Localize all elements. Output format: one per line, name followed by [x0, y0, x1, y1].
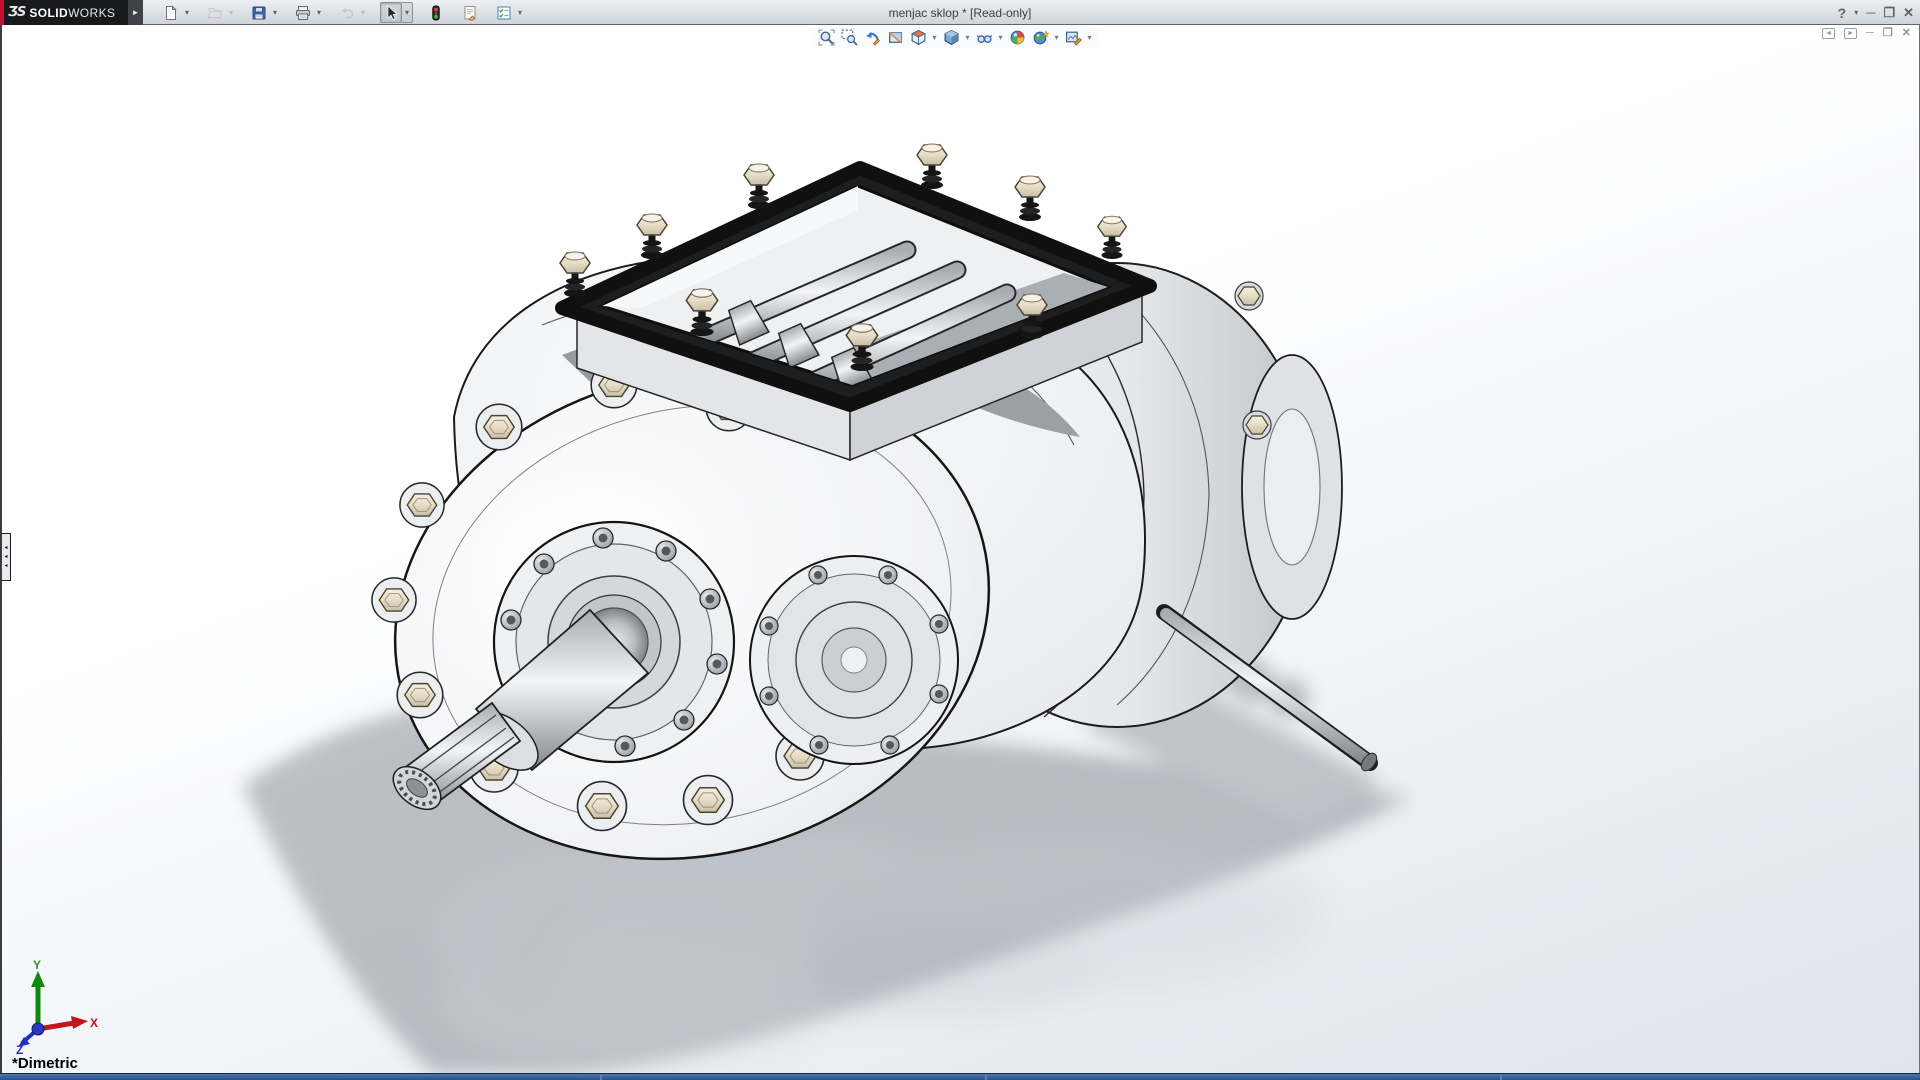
view-settings-dropdown[interactable]: ▾ — [1085, 33, 1094, 42]
open-dropdown[interactable]: ▾ — [226, 8, 236, 17]
apply-scene-dropdown[interactable]: ▾ — [1052, 33, 1061, 42]
headsup-view-toolbar: ▾ ▾ ▾ — [812, 26, 1097, 48]
view-orientation-icon — [910, 29, 927, 46]
view-settings-icon — [1065, 29, 1082, 46]
close-button[interactable]: ✕ — [1903, 6, 1914, 19]
doc-restore-button[interactable]: ❐ — [1883, 28, 1893, 39]
collapse-arrow-icon: ◂ — [4, 554, 7, 560]
rebuild-traffic-light-icon — [428, 5, 444, 21]
print-button[interactable] — [292, 2, 314, 23]
zoom-to-area-icon — [841, 29, 858, 46]
file-properties-button[interactable] — [459, 2, 481, 23]
view-settings-button[interactable] — [1062, 27, 1084, 47]
zoom-to-fit-icon — [818, 29, 835, 46]
options-button[interactable] — [493, 2, 515, 23]
pane-next-button[interactable]: ► — [1844, 28, 1857, 39]
display-style-dropdown[interactable]: ▾ — [963, 33, 972, 42]
pane-previous-button[interactable]: ◄ — [1822, 28, 1835, 39]
open-button[interactable] — [204, 2, 226, 23]
save-floppy-icon — [251, 5, 267, 21]
hide-show-items-eyeglasses-icon — [976, 29, 993, 46]
reference-triad: Z Y X — [8, 959, 100, 1055]
select-cursor-icon — [383, 5, 399, 21]
status-bar — [0, 1073, 1920, 1080]
print-dropdown[interactable]: ▾ — [314, 8, 324, 17]
triad-z-label: Z — [16, 1043, 23, 1055]
statusbar-divider — [1500, 1075, 1502, 1080]
zoom-to-area-button[interactable] — [838, 27, 860, 47]
collapse-arrow-icon: ◂ — [4, 563, 7, 569]
options-dropdown[interactable]: ▾ — [515, 8, 525, 17]
file-properties-icon — [462, 5, 478, 21]
options-icon — [496, 5, 512, 21]
standard-toolbar: ▾ ▾ ▾ — [160, 0, 535, 25]
help-dropdown[interactable]: ▾ — [1854, 8, 1858, 17]
hide-show-items-button[interactable] — [973, 27, 995, 47]
previous-view-icon — [864, 29, 881, 46]
view-orientation-button[interactable] — [907, 27, 929, 47]
zoom-to-fit-button[interactable] — [815, 27, 837, 47]
dassault-mark: ƷS — [8, 5, 25, 20]
solidworks-logo: ƷS SOLIDWORKS — [0, 0, 128, 25]
new-document-button[interactable] — [160, 2, 182, 23]
display-style-button[interactable] — [940, 27, 962, 47]
brand-red-strip — [0, 0, 4, 25]
undo-icon — [339, 5, 355, 21]
feature-tree-collapsed-tab[interactable]: ◂ ◂ ◂ — [2, 533, 11, 581]
help-button[interactable]: ? — [1838, 6, 1847, 20]
collapse-arrow-icon: ◂ — [4, 545, 7, 551]
undo-dropdown[interactable]: ▾ — [358, 8, 368, 17]
apply-scene-icon — [1032, 29, 1049, 46]
graphics-area[interactable]: ▾ ▾ ▾ — [0, 25, 1920, 1073]
new-document-icon — [163, 5, 179, 21]
triad-y-label: Y — [33, 959, 41, 972]
title-bar: ƷS SOLIDWORKS ► menjac sklop * [Read-onl… — [0, 0, 1920, 25]
edit-appearance-icon — [1009, 29, 1026, 46]
triad-x-label: X — [90, 1016, 98, 1030]
doc-minimize-button[interactable]: ─ — [1866, 28, 1874, 39]
select-tool-button[interactable] — [380, 2, 402, 23]
section-view-button[interactable] — [884, 27, 906, 47]
minimize-button[interactable]: ─ — [1866, 6, 1875, 19]
doc-close-button[interactable]: ✕ — [1902, 28, 1911, 39]
edit-appearance-button[interactable] — [1006, 27, 1028, 47]
new-dropdown[interactable]: ▾ — [182, 8, 192, 17]
view-orientation-dropdown[interactable]: ▾ — [930, 33, 939, 42]
display-style-icon — [943, 29, 960, 46]
print-icon — [295, 5, 311, 21]
menu-flyout-arrow-icon[interactable]: ► — [128, 0, 143, 25]
save-button[interactable] — [248, 2, 270, 23]
statusbar-divider — [600, 1075, 602, 1080]
window-controls: ? ▾ ─ ❐ ✕ — [1838, 0, 1914, 25]
gearbox-3d-model — [2, 25, 1920, 1073]
save-dropdown[interactable]: ▾ — [270, 8, 280, 17]
hide-show-items-dropdown[interactable]: ▾ — [996, 33, 1005, 42]
previous-view-button[interactable] — [861, 27, 883, 47]
restore-button[interactable]: ❐ — [1883, 6, 1895, 19]
open-folder-icon — [207, 5, 223, 21]
statusbar-divider — [985, 1075, 987, 1080]
undo-button[interactable] — [336, 2, 358, 23]
select-dropdown[interactable]: ▾ — [402, 2, 413, 23]
document-window-controls: ◄ ► ─ ❐ ✕ — [1822, 28, 1911, 39]
section-view-icon — [887, 29, 904, 46]
brand-name: SOLIDWORKS — [29, 6, 115, 20]
apply-scene-button[interactable] — [1029, 27, 1051, 47]
view-orientation-label: *Dimetric — [12, 1055, 78, 1072]
rebuild-button[interactable] — [425, 2, 447, 23]
